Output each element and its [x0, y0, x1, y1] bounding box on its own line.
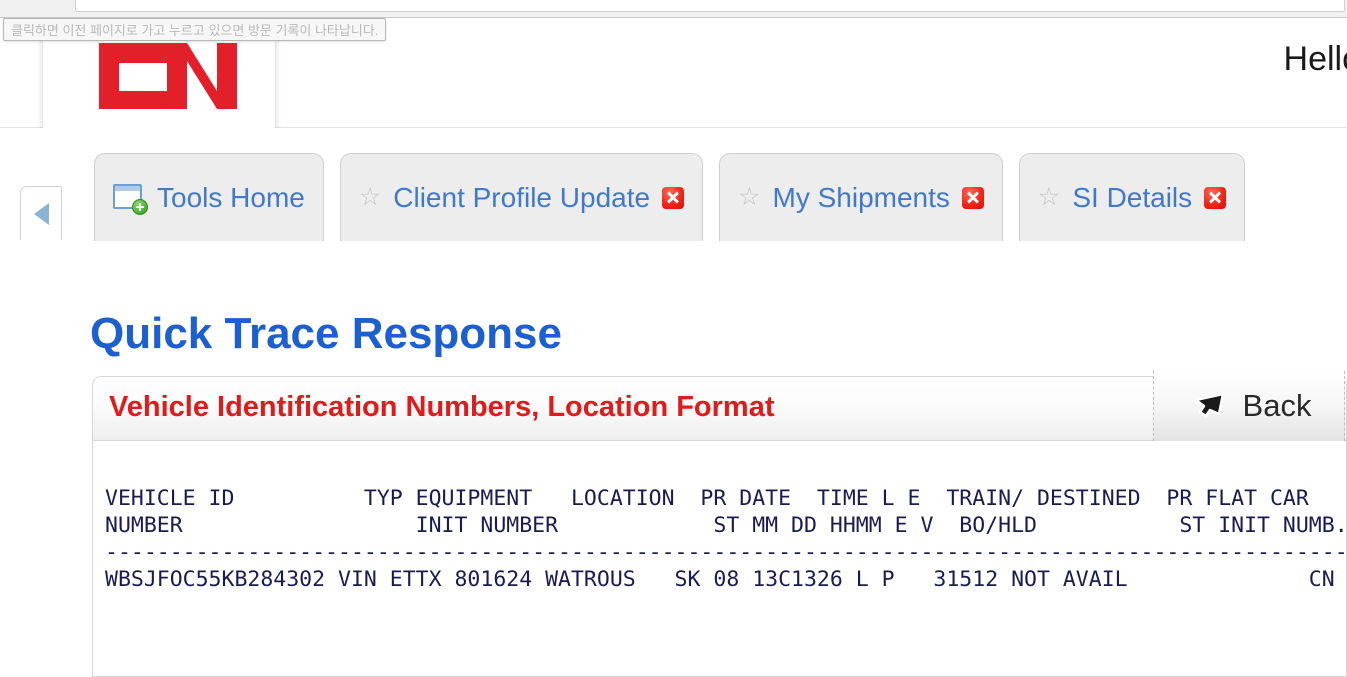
window-add-icon — [113, 183, 148, 215]
close-icon[interactable] — [961, 186, 984, 209]
page-title: Quick Trace Response — [90, 309, 562, 359]
star-icon: ☆ — [738, 183, 761, 211]
triangle-left-icon — [33, 202, 49, 225]
star-icon: ☆ — [358, 183, 382, 211]
back-button-label: Back — [1242, 388, 1312, 423]
browser-chrome-strip — [0, 0, 1347, 18]
results-panel: Vehicle Identification Numbers, Location… — [92, 371, 1347, 677]
tab-label: SI Details — [1072, 181, 1193, 213]
trace-report-text: VEHICLE ID TYP EQUIPMENT LOCATION PR DAT… — [105, 486, 1347, 592]
close-icon[interactable] — [662, 186, 685, 209]
cn-logo-icon — [99, 43, 237, 109]
greeting-text: Hello — [1283, 40, 1347, 78]
tab-strip: Tools Home ☆ Client Profile Update ☆ My … — [0, 128, 1347, 241]
tab-client-profile-update[interactable]: ☆ Client Profile Update — [339, 153, 704, 241]
star-icon: ☆ — [1037, 183, 1061, 211]
cursor-arrow-icon — [1194, 392, 1224, 418]
panel-body: VEHICLE ID TYP EQUIPMENT LOCATION PR DAT… — [93, 441, 1347, 593]
back-button-tooltip: 클릭하면 이전 페이지로 가고 누르고 있으면 방문 기록이 나타납니다. — [3, 18, 387, 41]
tab-si-details[interactable]: ☆ SI Details — [1018, 153, 1246, 241]
tab-tools-home[interactable]: Tools Home — [94, 153, 324, 241]
tab-label: Client Profile Update — [393, 181, 651, 213]
tabs-scroll-left-button[interactable] — [20, 186, 62, 240]
tab-list: Tools Home ☆ Client Profile Update ☆ My … — [94, 153, 1246, 241]
address-bar[interactable] — [75, 0, 1345, 12]
page-root: 클릭하면 이전 페이지로 가고 누르고 있으면 방문 기록이 나타납니다. He… — [0, 0, 1347, 677]
close-icon[interactable] — [1204, 186, 1227, 209]
panel-title: Vehicle Identification Numbers, Location… — [109, 391, 775, 423]
tab-label: Tools Home — [157, 181, 305, 213]
tab-my-shipments[interactable]: ☆ My Shipments — [719, 153, 1003, 241]
panel-header: Vehicle Identification Numbers, Location… — [93, 371, 1346, 441]
back-button[interactable]: Back — [1153, 371, 1345, 441]
tab-label: My Shipments — [772, 181, 950, 213]
